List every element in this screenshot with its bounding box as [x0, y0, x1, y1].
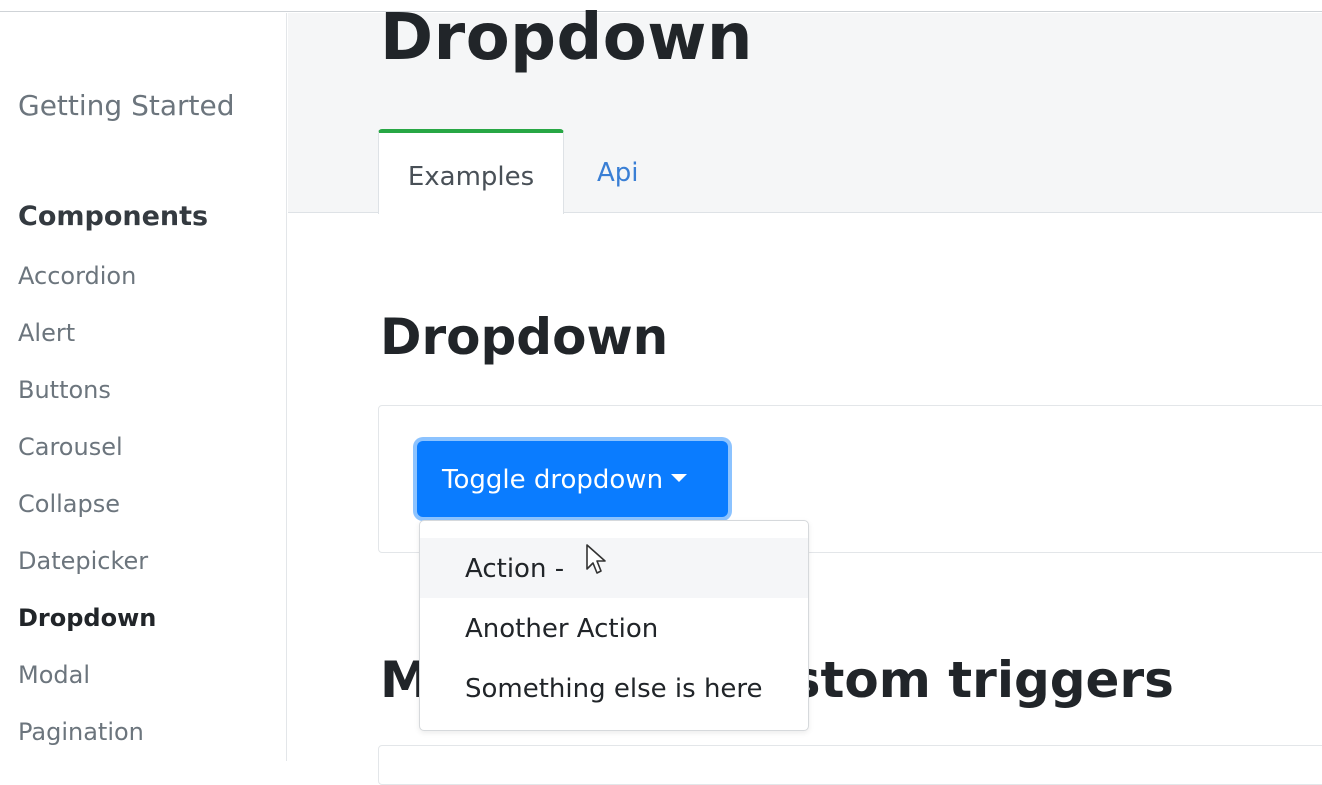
sidebar-item-buttons[interactable]: Buttons — [18, 371, 156, 428]
sidebar: Getting Started Components Accordion Ale… — [0, 13, 287, 761]
tab-examples[interactable]: Examples — [378, 129, 564, 214]
sidebar-item-carousel[interactable]: Carousel — [18, 428, 156, 485]
dropdown-item-something-else[interactable]: Something else is here — [420, 658, 808, 718]
section-heading: Dropdown — [380, 308, 669, 366]
sidebar-item-pagination[interactable]: Pagination — [18, 713, 156, 770]
sidebar-list: Accordion Alert Buttons Carousel Collaps… — [18, 257, 156, 770]
sidebar-item-dropdown[interactable]: Dropdown — [18, 599, 156, 656]
sidebar-item-alert[interactable]: Alert — [18, 314, 156, 371]
page-title: Dropdown — [380, 1, 753, 75]
sidebar-item-collapse[interactable]: Collapse — [18, 485, 156, 542]
mouse-pointer-icon — [586, 544, 606, 574]
toggle-dropdown-label: Toggle dropdown — [442, 465, 664, 495]
sidebar-section-title: Components — [18, 201, 209, 232]
manual-triggers-container — [378, 745, 1322, 785]
sidebar-item-modal[interactable]: Modal — [18, 656, 156, 713]
dropdown-item-another-action[interactable]: Another Action — [420, 598, 808, 658]
caret-down-icon — [671, 473, 688, 482]
sidebar-item-datepicker[interactable]: Datepicker — [18, 542, 156, 599]
sidebar-item-accordion[interactable]: Accordion — [18, 257, 156, 314]
dropdown-item-action[interactable]: Action - — [420, 538, 808, 598]
page-header: Dropdown Examples Api — [288, 1, 1322, 214]
tab-api[interactable]: Api — [597, 129, 639, 214]
sidebar-getting-started[interactable]: Getting Started — [18, 89, 234, 122]
dropdown-menu: Action - Another Action Something else i… — [419, 520, 809, 731]
toggle-dropdown-button[interactable]: Toggle dropdown — [417, 441, 728, 517]
